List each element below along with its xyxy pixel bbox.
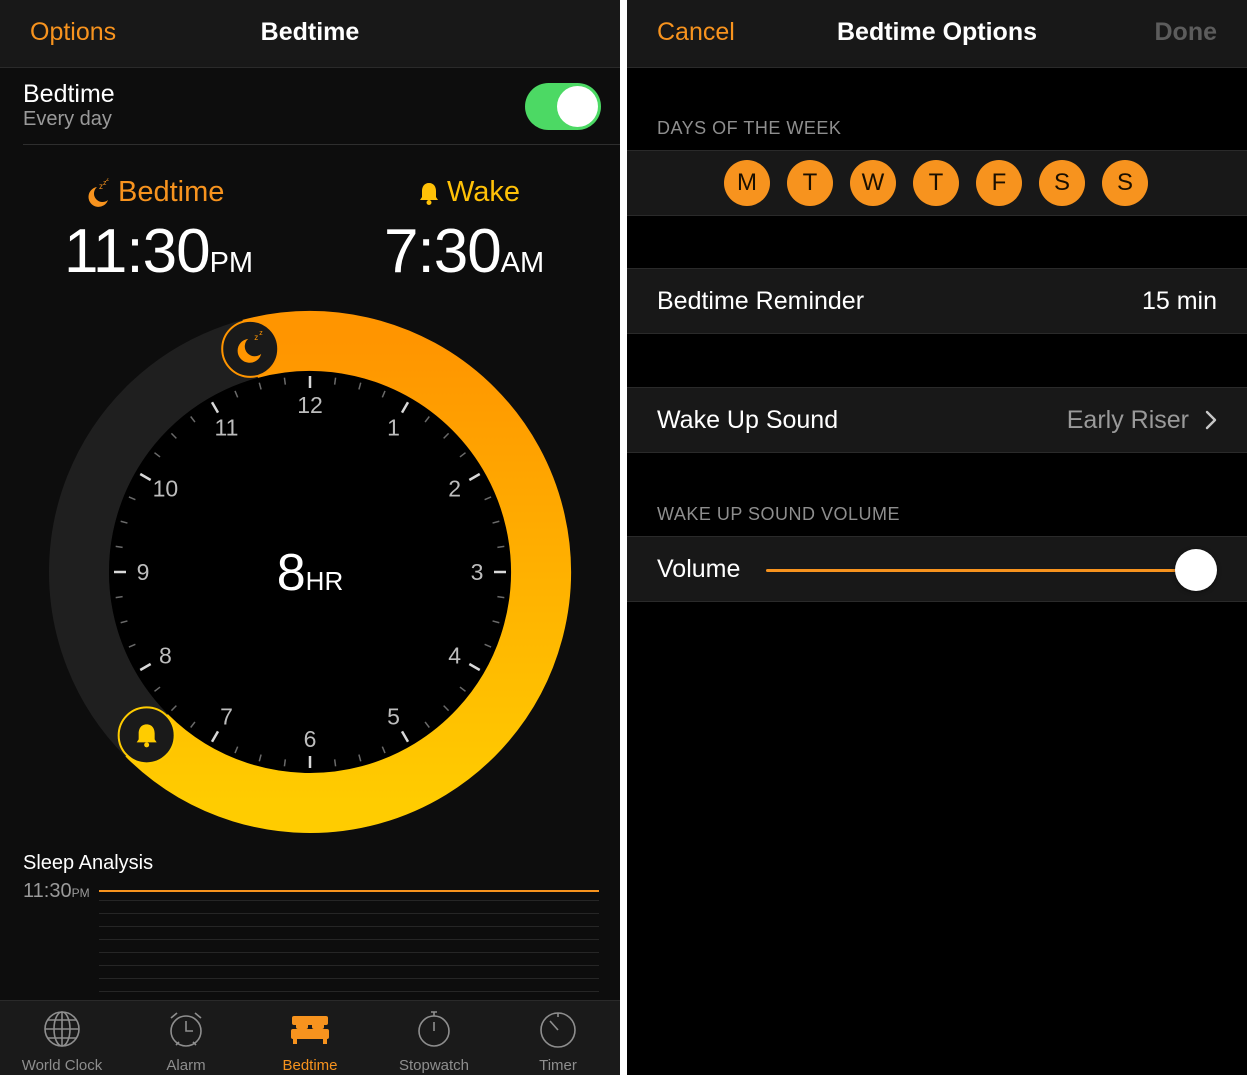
volume-label: Volume: [657, 555, 741, 583]
hour-label: 6: [304, 726, 317, 752]
tab-label: Timer: [539, 1057, 577, 1074]
tab-label: Alarm: [166, 1057, 206, 1074]
sleep-analysis-title: Sleep Analysis: [23, 852, 154, 874]
wake-label: Wake: [417, 176, 520, 209]
timer-icon: [540, 1012, 576, 1048]
tick-mark: [497, 545, 505, 549]
tab-stopwatch[interactable]: Stopwatch: [372, 1001, 496, 1075]
day-thursday[interactable]: T: [913, 160, 959, 206]
bedtime-handle[interactable]: z z: [221, 319, 280, 378]
tab-label: World Clock: [21, 1057, 103, 1074]
day-monday[interactable]: M: [724, 160, 770, 206]
sleep-line: [99, 991, 599, 992]
tab-label: Bedtime: [282, 1057, 338, 1074]
hour-label: 3: [471, 559, 484, 585]
stopwatch-icon: [418, 1011, 450, 1047]
wake-time[interactable]: 7:30AM: [384, 216, 544, 287]
sleep-time-ampm: PM: [71, 886, 90, 900]
sleep-dial[interactable]: 121234567891011 z z 8HR: [0, 290, 620, 850]
wake-time-value: 7:30: [384, 217, 502, 286]
day-saturday[interactable]: S: [1039, 160, 1085, 206]
tab-bar: World Clock Alarm Bedtime Stopwatch Time…: [0, 1000, 620, 1075]
wake-sound-value: Early Riser: [1066, 406, 1189, 434]
divider: [23, 144, 620, 145]
day-wednesday[interactable]: W: [850, 160, 896, 206]
bedtime-screen: Options Bedtime Bedtime Every day z z z …: [0, 0, 620, 1075]
hour-label: 5: [387, 704, 400, 730]
day-friday[interactable]: F: [976, 160, 1022, 206]
volume-slider-track[interactable]: [766, 569, 1201, 572]
chevron-right-icon: [1205, 410, 1217, 430]
svg-text:z: z: [106, 178, 109, 183]
bedtime-reminder-row[interactable]: Bedtime Reminder 15 min: [627, 268, 1247, 334]
tab-alarm[interactable]: Alarm: [124, 1001, 248, 1075]
days-section-header: DAYS OF THE WEEK: [657, 118, 842, 138]
globe-icon: [44, 1011, 80, 1047]
tick-mark: [115, 595, 123, 599]
done-button[interactable]: Done: [1155, 18, 1218, 47]
hour-label: 11: [215, 414, 239, 440]
bedtime-row-subtitle: Every day: [23, 108, 112, 130]
hour-label: 7: [220, 704, 233, 730]
nav-bar: Cancel Bedtime Options Done: [627, 0, 1247, 68]
hour-label: 10: [153, 476, 179, 502]
hour-label: 1: [387, 414, 400, 440]
tick-mark: [115, 545, 123, 549]
sleep-line: [99, 952, 599, 953]
tick-mark: [333, 377, 337, 385]
tick-mark: [333, 759, 337, 767]
bed-icon: [291, 1016, 329, 1044]
bedtime-time-value: 11:30: [64, 217, 211, 286]
tab-timer[interactable]: Timer: [496, 1001, 620, 1075]
sleep-line: [99, 926, 599, 927]
wake-handle[interactable]: [117, 706, 176, 765]
hour-label: 4: [448, 643, 461, 669]
day-sunday[interactable]: S: [1102, 160, 1148, 206]
hour-label: 9: [137, 559, 150, 585]
alarm-clock-icon: [170, 1012, 202, 1047]
bedtime-time[interactable]: 11:30PM: [64, 216, 253, 287]
tick-mark: [497, 595, 505, 599]
svg-text:z: z: [259, 330, 263, 337]
bedtime-label-text: Bedtime: [118, 176, 225, 208]
bedtime-toggle[interactable]: [525, 83, 601, 130]
reminder-label: Bedtime Reminder: [657, 287, 865, 315]
sleep-time-value: 11:30: [23, 880, 72, 902]
sleep-line: [99, 913, 599, 914]
day-tuesday[interactable]: T: [787, 160, 833, 206]
tab-world-clock[interactable]: World Clock: [0, 1001, 124, 1075]
page-title: Bedtime: [260, 18, 360, 46]
bedtime-options-screen: Cancel Bedtime Options Done DAYS OF THE …: [627, 0, 1247, 1075]
bedtime-row-title: Bedtime: [23, 80, 115, 108]
wake-sound-label: Wake Up Sound: [657, 406, 839, 434]
svg-text:z: z: [254, 333, 258, 342]
bedtime-ampm: PM: [209, 247, 254, 279]
volume-section-header: WAKE UP SOUND VOLUME: [657, 504, 901, 524]
wake-label-text: Wake: [447, 176, 521, 208]
wake-up-sound-row[interactable]: Wake Up Sound Early Riser: [627, 387, 1247, 453]
sleep-line: [99, 939, 599, 940]
sleep-line: [99, 978, 599, 979]
tick-mark: [283, 377, 287, 385]
tick-mark: [283, 759, 287, 767]
sleep-analysis-time: 11:30PM: [23, 880, 90, 903]
wake-ampm: AM: [500, 247, 545, 279]
bell-icon: [420, 182, 438, 205]
sleep-line: [99, 890, 599, 892]
nav-bar: Options Bedtime: [0, 0, 620, 68]
hour-label: 12: [297, 392, 323, 418]
reminder-value: 15 min: [1141, 287, 1217, 315]
volume-slider-knob[interactable]: [1175, 549, 1217, 591]
sleep-line: [99, 965, 599, 966]
toggle-knob: [557, 86, 598, 127]
hour-label: 8: [159, 643, 172, 669]
sleep-line: [99, 900, 599, 901]
bedtime-label: z z z Bedtime: [84, 176, 224, 209]
moon-zzz-icon: z z z: [88, 178, 109, 207]
tab-label: Stopwatch: [398, 1057, 470, 1074]
tab-bedtime[interactable]: Bedtime: [248, 1001, 372, 1075]
hour-label: 2: [448, 476, 461, 502]
